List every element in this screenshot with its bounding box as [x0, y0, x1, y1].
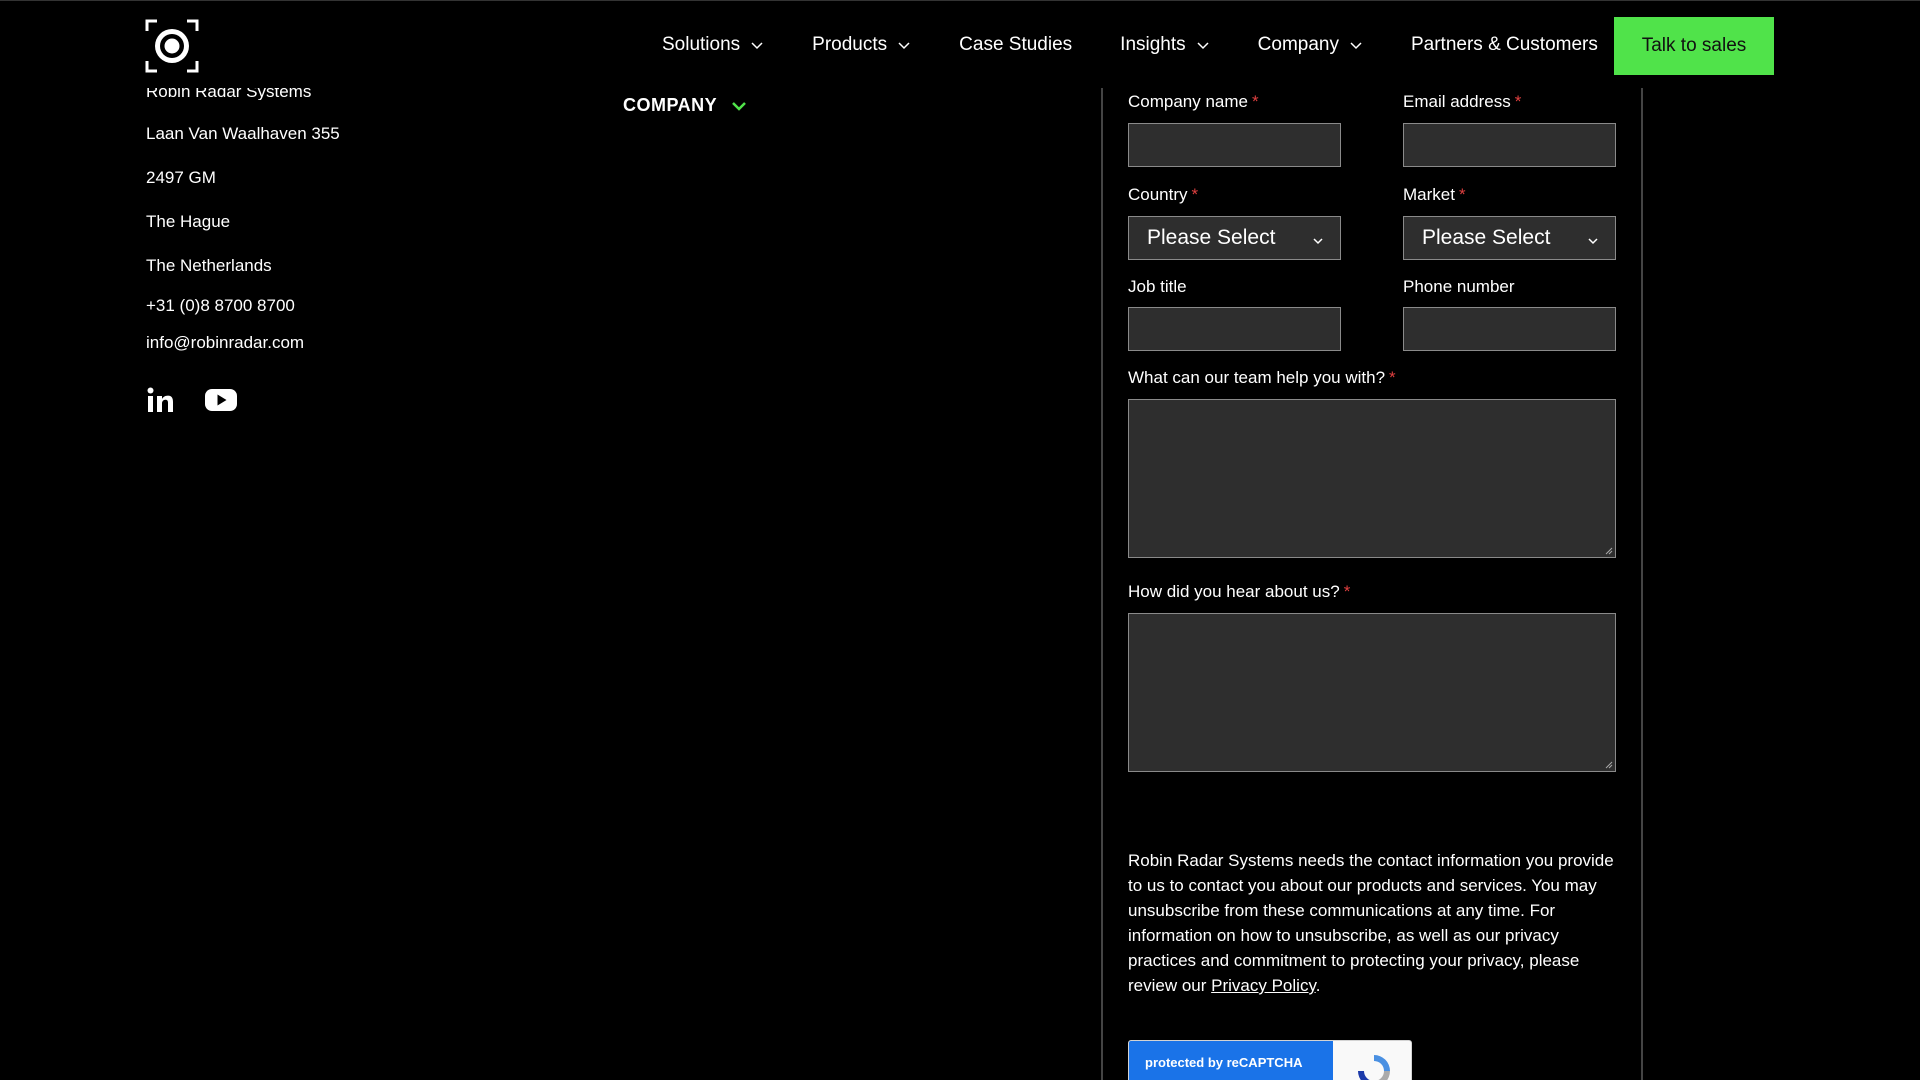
resize-grip-icon[interactable] — [1603, 759, 1613, 769]
nav-products[interactable]: Products — [812, 34, 911, 56]
required-marker: * — [1191, 185, 1199, 204]
phone-link[interactable]: +31 (0)8 8700 8700 — [146, 296, 295, 316]
recaptcha-icon — [1358, 1055, 1390, 1080]
company-menu-label: COMPANY — [623, 95, 718, 115]
form-border-left — [1101, 88, 1103, 1080]
nav-partners-customers[interactable]: Partners & Customers — [1411, 34, 1598, 56]
help-label-text: What can our team help you with? — [1128, 368, 1386, 387]
country-select-value: Please Select — [1147, 226, 1276, 249]
hear-label-text: How did you hear about us? — [1128, 582, 1340, 601]
phone-field-label: Phone number — [1403, 277, 1515, 296]
nav-insights[interactable]: Insights — [1120, 34, 1209, 56]
company-menu-toggle[interactable]: COMPANY — [623, 95, 747, 116]
country-field-label: Country * — [1128, 185, 1198, 205]
help-textarea[interactable] — [1128, 399, 1616, 558]
chevron-down-icon — [1588, 238, 1598, 245]
privacy-notice-text: Robin Radar Systems needs the contact in… — [1128, 851, 1614, 995]
hear-textarea[interactable] — [1128, 613, 1616, 772]
nav-partners-label: Partners & Customers — [1410, 34, 1598, 55]
company-name-input[interactable] — [1128, 123, 1341, 167]
street-address: Laan Van Waalhaven 355 — [146, 124, 340, 143]
nav-solutions[interactable]: Solutions — [662, 34, 764, 56]
recaptcha-label: protected by reCAPTCHA — [1129, 1041, 1333, 1080]
chevron-down-icon — [1350, 42, 1362, 50]
nav-products-label: Products — [812, 34, 888, 55]
email-label-text: Email address — [1403, 92, 1511, 111]
resize-grip-icon[interactable] — [1603, 545, 1613, 555]
email-input[interactable] — [1403, 123, 1616, 167]
market-select-value: Please Select — [1422, 226, 1551, 249]
market-field-label: Market * — [1403, 185, 1466, 205]
nav-company[interactable]: Company — [1258, 34, 1363, 56]
help-field-label: What can our team help you with? * — [1128, 368, 1396, 388]
linkedin-icon[interactable] — [146, 386, 174, 414]
email-field-label: Email address * — [1403, 92, 1521, 112]
phone-input[interactable] — [1403, 307, 1616, 351]
chevron-down-icon — [1313, 238, 1323, 245]
nav-case-studies[interactable]: Case Studies — [959, 34, 1072, 56]
country-label-text: Country — [1128, 185, 1188, 204]
nav-case-studies-label: Case Studies — [959, 34, 1073, 55]
chevron-down-icon — [898, 42, 910, 50]
privacy-notice: Robin Radar Systems needs the contact in… — [1128, 848, 1616, 998]
nav-insights-label: Insights — [1120, 34, 1186, 55]
postcode: 2497 GM — [146, 168, 216, 187]
nav-company-label: Company — [1257, 34, 1339, 55]
required-marker: * — [1343, 582, 1351, 601]
recaptcha-badge[interactable]: protected by reCAPTCHA — [1128, 1040, 1412, 1080]
country-select[interactable]: Please Select — [1128, 216, 1341, 260]
country-text: The Netherlands — [146, 256, 272, 275]
hear-field-label: How did you hear about us? * — [1128, 582, 1350, 602]
chevron-down-icon — [732, 101, 747, 111]
city: The Hague — [146, 212, 231, 231]
form-border-right — [1641, 88, 1643, 1080]
robin-radar-logo-icon[interactable] — [145, 19, 199, 73]
required-marker: * — [1458, 185, 1466, 204]
job-title-field-label: Job title — [1128, 277, 1187, 296]
talk-to-sales-button[interactable]: Talk to sales — [1614, 17, 1774, 75]
company-name-field-label: Company name * — [1128, 92, 1259, 112]
market-select[interactable]: Please Select — [1403, 216, 1616, 260]
chevron-down-icon — [751, 42, 763, 50]
email-link[interactable]: info@robinradar.com — [146, 333, 304, 353]
nav-solutions-label: Solutions — [662, 34, 741, 55]
required-marker: * — [1252, 92, 1259, 111]
company-name-label-text: Company name — [1128, 92, 1249, 111]
site-header: Solutions Products Case Studies Insights… — [0, 0, 1920, 88]
required-marker: * — [1389, 368, 1396, 387]
privacy-policy-link[interactable]: Privacy Policy — [1211, 976, 1316, 995]
privacy-notice-end: . — [1315, 976, 1321, 995]
main-nav: Solutions Products Case Studies Insights… — [662, 1, 1598, 89]
job-title-input[interactable] — [1128, 307, 1341, 351]
required-marker: * — [1514, 92, 1522, 111]
market-label-text: Market — [1403, 185, 1455, 204]
chevron-down-icon — [1197, 42, 1209, 50]
youtube-icon[interactable] — [204, 386, 238, 414]
